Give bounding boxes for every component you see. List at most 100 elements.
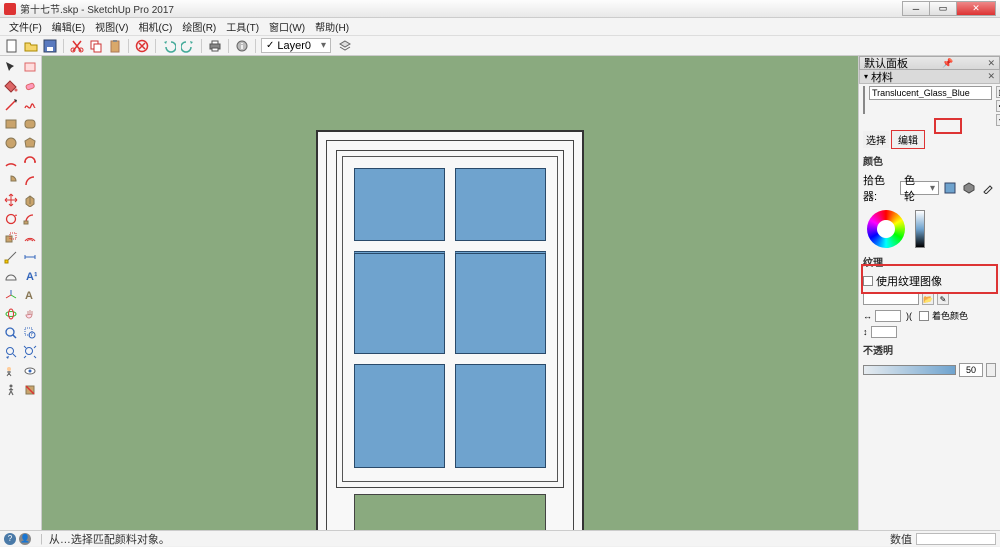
menu-camera[interactable]: 相机(C) xyxy=(133,19,177,34)
maximize-button[interactable]: ▭ xyxy=(929,1,957,16)
colorize-checkbox[interactable] xyxy=(919,311,929,321)
redo-icon[interactable] xyxy=(180,38,196,54)
axes-tool-icon[interactable] xyxy=(2,286,19,303)
new-icon[interactable] xyxy=(4,38,20,54)
panel-header-materials[interactable]: 材料 ✕ xyxy=(859,70,1000,84)
cut-icon[interactable] xyxy=(69,38,85,54)
look-around-icon[interactable] xyxy=(22,362,39,379)
menu-file[interactable]: 文件(F) xyxy=(4,19,47,34)
close-button[interactable]: ✕ xyxy=(956,1,996,16)
pan-tool-icon[interactable] xyxy=(22,305,39,322)
color-wheel[interactable] xyxy=(867,210,905,248)
menu-help[interactable]: 帮助(H) xyxy=(310,19,354,34)
layer-manager-icon[interactable] xyxy=(337,38,353,54)
select-tool-icon[interactable] xyxy=(2,58,19,75)
tray-close-icon[interactable]: ✕ xyxy=(987,58,995,69)
section-tool-icon[interactable] xyxy=(22,381,39,398)
menu-draw[interactable]: 绘图(R) xyxy=(177,19,221,34)
minimize-button[interactable]: ─ xyxy=(902,1,930,16)
make-component-icon[interactable] xyxy=(22,58,39,75)
copy-icon[interactable] xyxy=(88,38,104,54)
rect-tool-icon[interactable] xyxy=(2,115,19,132)
picker-select[interactable]: 色轮 xyxy=(900,181,939,195)
window-title: 第十七节.skp - SketchUp Pro 2017 xyxy=(20,1,903,16)
3d-viewport[interactable] xyxy=(42,56,858,530)
paste-icon[interactable] xyxy=(107,38,123,54)
tape-tool-icon[interactable] xyxy=(2,248,19,265)
value-slider[interactable] xyxy=(915,210,925,248)
material-swatch[interactable] xyxy=(863,86,865,114)
walk-icon[interactable] xyxy=(2,381,19,398)
scale-tool-icon[interactable] xyxy=(2,229,19,246)
tab-edit[interactable]: 编辑 xyxy=(891,130,925,149)
menu-window[interactable]: 窗口(W) xyxy=(264,19,310,34)
menu-tools[interactable]: 工具(T) xyxy=(221,19,264,34)
arc3-tool-icon[interactable] xyxy=(22,172,39,189)
zoom-window-icon[interactable] xyxy=(22,324,39,341)
zoom-extents-icon[interactable] xyxy=(22,343,39,360)
match-screen-icon[interactable] xyxy=(942,180,958,197)
layer-select[interactable]: ✓ Layer0 xyxy=(261,38,331,53)
delete-icon[interactable] xyxy=(134,38,150,54)
opacity-input[interactable] xyxy=(959,363,983,377)
3dtext-tool-icon[interactable]: A xyxy=(22,286,39,303)
circle-tool-icon[interactable] xyxy=(2,134,19,151)
display-2nd-pane-icon[interactable]: ▥ xyxy=(996,86,1000,98)
set-default-icon[interactable]: ⟲ xyxy=(996,114,1000,126)
rotate-tool-icon[interactable] xyxy=(2,210,19,227)
open-icon[interactable] xyxy=(23,38,39,54)
polygon-tool-icon[interactable] xyxy=(22,134,39,151)
match-model-icon[interactable] xyxy=(961,180,977,197)
print-icon[interactable] xyxy=(207,38,223,54)
rrect-tool-icon[interactable] xyxy=(22,115,39,132)
offset-tool-icon[interactable] xyxy=(22,229,39,246)
menu-edit[interactable]: 编辑(E) xyxy=(47,19,90,34)
line-tool-icon[interactable] xyxy=(2,96,19,113)
dimension-tool-icon[interactable] xyxy=(22,248,39,265)
lower-panel xyxy=(354,494,546,530)
freehand-tool-icon[interactable] xyxy=(22,96,39,113)
eyedropper-icon[interactable] xyxy=(980,180,996,197)
zoom-prev-icon[interactable] xyxy=(2,343,19,360)
opacity-spinner[interactable] xyxy=(986,363,996,377)
paint-bucket-icon[interactable] xyxy=(2,77,19,94)
pushpull-tool-icon[interactable] xyxy=(22,191,39,208)
browse-icon[interactable]: 📂 xyxy=(922,293,934,305)
text-tool-icon[interactable]: A¹ xyxy=(22,267,39,284)
pie-tool-icon[interactable] xyxy=(2,172,19,189)
tab-select[interactable]: 选择 xyxy=(863,131,889,148)
materials-panel: 默认面板 📌 ✕ 材料 ✕ ▥ ✚ ⟲ 选择 编辑 颜色 拾色器: 色轮 xyxy=(858,56,1000,530)
glass-pane xyxy=(354,364,445,468)
save-icon[interactable] xyxy=(42,38,58,54)
arc2-tool-icon[interactable] xyxy=(22,153,39,170)
orbit-tool-icon[interactable] xyxy=(2,305,19,322)
eraser-icon[interactable] xyxy=(22,77,39,94)
arc-tool-icon[interactable] xyxy=(2,153,19,170)
value-input[interactable] xyxy=(916,533,996,545)
zoom-tool-icon[interactable] xyxy=(2,324,19,341)
tex-height-input[interactable] xyxy=(871,326,897,338)
position-camera-icon[interactable] xyxy=(2,362,19,379)
opacity-slider[interactable] xyxy=(863,365,956,375)
material-name-input[interactable] xyxy=(869,86,992,100)
menu-view[interactable]: 视图(V) xyxy=(90,19,133,34)
edit-texture-icon[interactable]: ✎ xyxy=(937,293,949,305)
use-texture-checkbox[interactable] xyxy=(863,276,873,286)
move-tool-icon[interactable] xyxy=(2,191,19,208)
create-material-icon[interactable]: ✚ xyxy=(996,100,1000,112)
app-icon xyxy=(4,3,16,15)
tex-width-input[interactable] xyxy=(875,310,901,322)
glass-pane xyxy=(455,364,546,468)
followme-tool-icon[interactable] xyxy=(22,210,39,227)
protractor-tool-icon[interactable] xyxy=(2,267,19,284)
help-icon[interactable]: ? xyxy=(4,533,16,545)
user-icon[interactable]: 👤 xyxy=(19,533,31,545)
window-controls: ─ ▭ ✕ xyxy=(903,1,996,16)
tray-pin-icon[interactable]: 📌 xyxy=(942,58,953,69)
menubar: 文件(F) 编辑(E) 视图(V) 相机(C) 绘图(R) 工具(T) 窗口(W… xyxy=(0,18,1000,36)
undo-icon[interactable] xyxy=(161,38,177,54)
tool-palette: A¹ A xyxy=(0,56,42,530)
model-info-icon[interactable] xyxy=(234,38,250,54)
materials-close-icon[interactable]: ✕ xyxy=(987,71,995,82)
texture-file-input[interactable] xyxy=(863,293,919,305)
